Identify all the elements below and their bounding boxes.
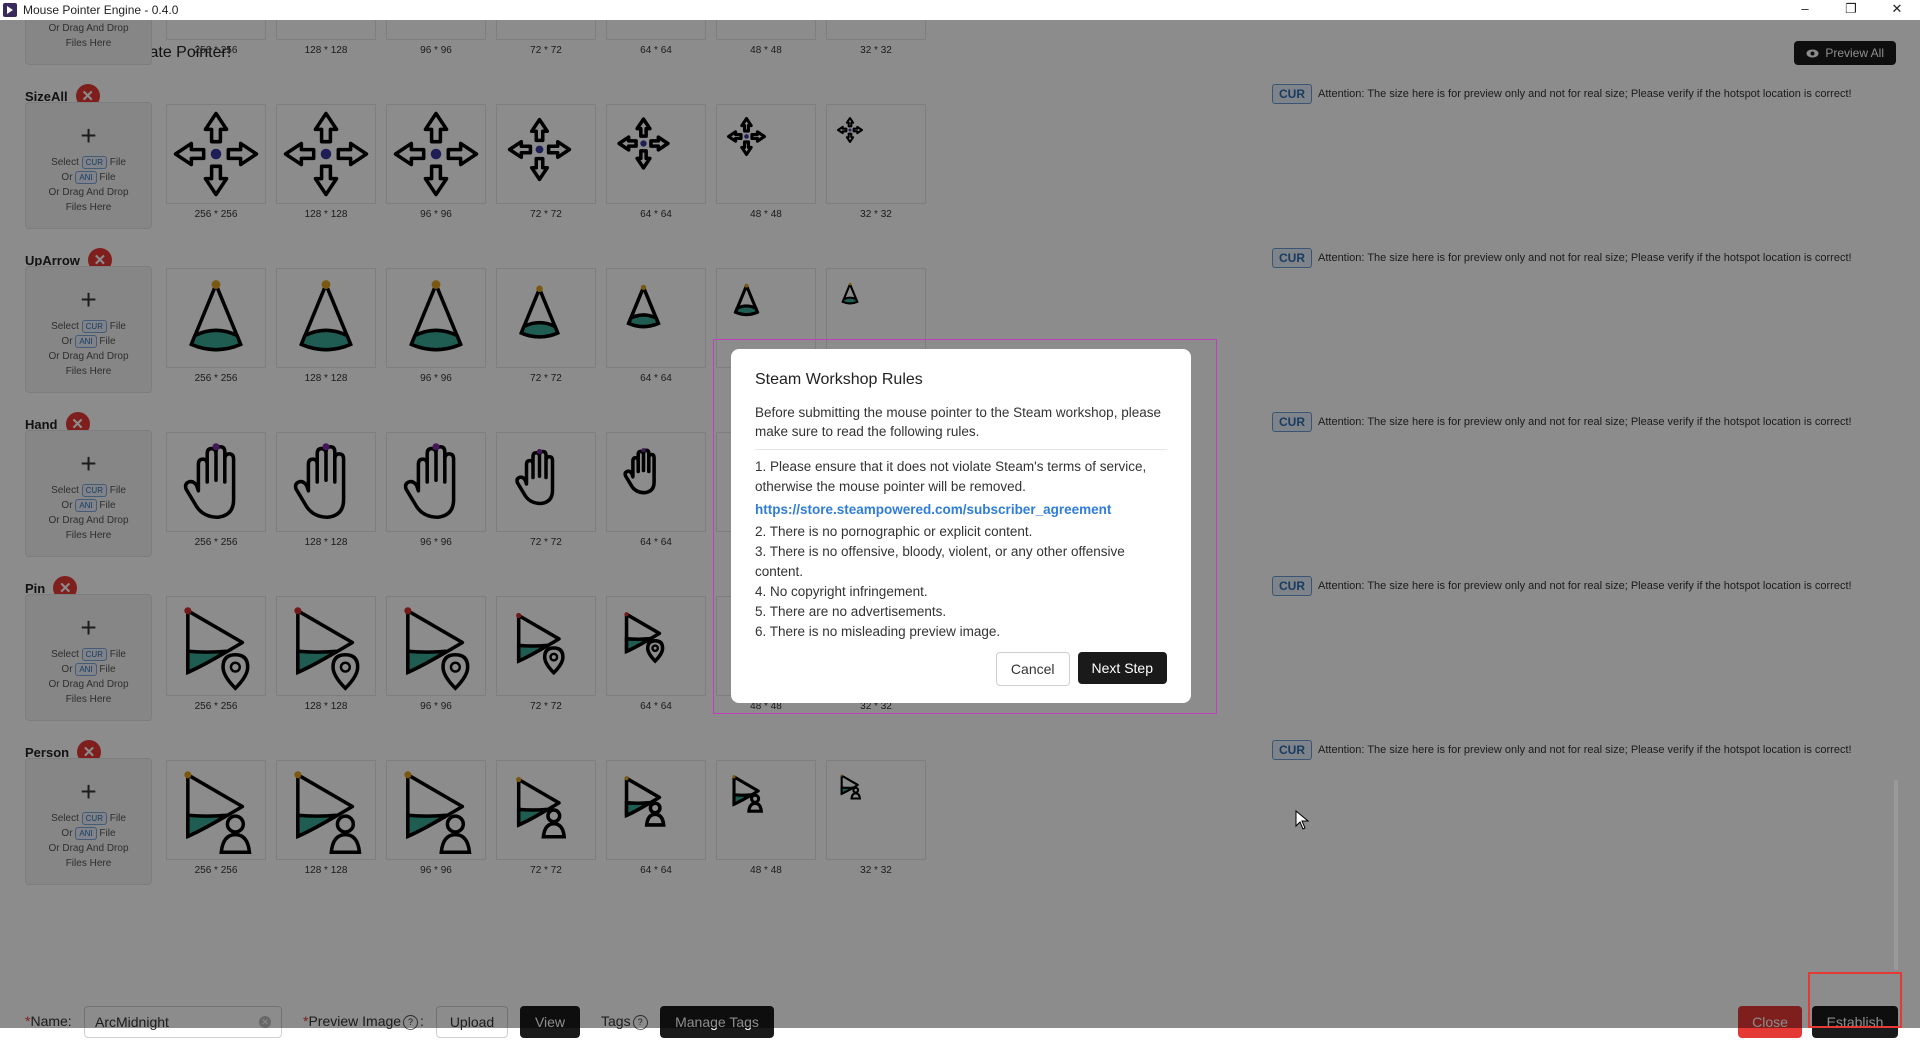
establish-highlight bbox=[1808, 972, 1902, 1028]
app-logo-icon bbox=[3, 3, 17, 17]
maximize-button[interactable]: ❐ bbox=[1828, 0, 1874, 20]
rule-item: 3. There is no offensive, bloody, violen… bbox=[755, 544, 1125, 579]
minimize-button[interactable]: – bbox=[1782, 0, 1828, 20]
scrollbar[interactable] bbox=[1894, 780, 1898, 970]
next-step-button[interactable]: Next Step bbox=[1077, 652, 1167, 684]
title-bar: Mouse Pointer Engine - 0.4.0 – ❐ ✕ bbox=[0, 0, 1920, 20]
rule-item: 4. No copyright infringement. bbox=[755, 584, 928, 599]
dialog-divider bbox=[755, 449, 1167, 450]
rule-item: 1. Please ensure that it does not violat… bbox=[755, 459, 1147, 494]
rule-item: 2. There is no pornographic or explicit … bbox=[755, 524, 1033, 539]
cancel-button[interactable]: Cancel bbox=[995, 652, 1070, 686]
subscriber-agreement-link[interactable]: https://store.steampowered.com/subscribe… bbox=[755, 497, 1167, 522]
close-window-button[interactable]: ✕ bbox=[1874, 0, 1920, 20]
rule-item: 5. There are no advertisements. bbox=[755, 604, 947, 619]
dialog-title: Steam Workshop Rules bbox=[755, 371, 923, 388]
mouse-cursor-icon bbox=[1295, 810, 1309, 830]
dialog-intro: Before submitting the mouse pointer to t… bbox=[755, 405, 1161, 439]
rule-item: 6. There is no misleading preview image. bbox=[755, 624, 1001, 639]
steam-rules-dialog: Steam Workshop Rules Before submitting t… bbox=[731, 349, 1191, 703]
dialog-actions: Cancel Next Step bbox=[995, 652, 1167, 686]
window-title: Mouse Pointer Engine - 0.4.0 bbox=[23, 3, 179, 17]
